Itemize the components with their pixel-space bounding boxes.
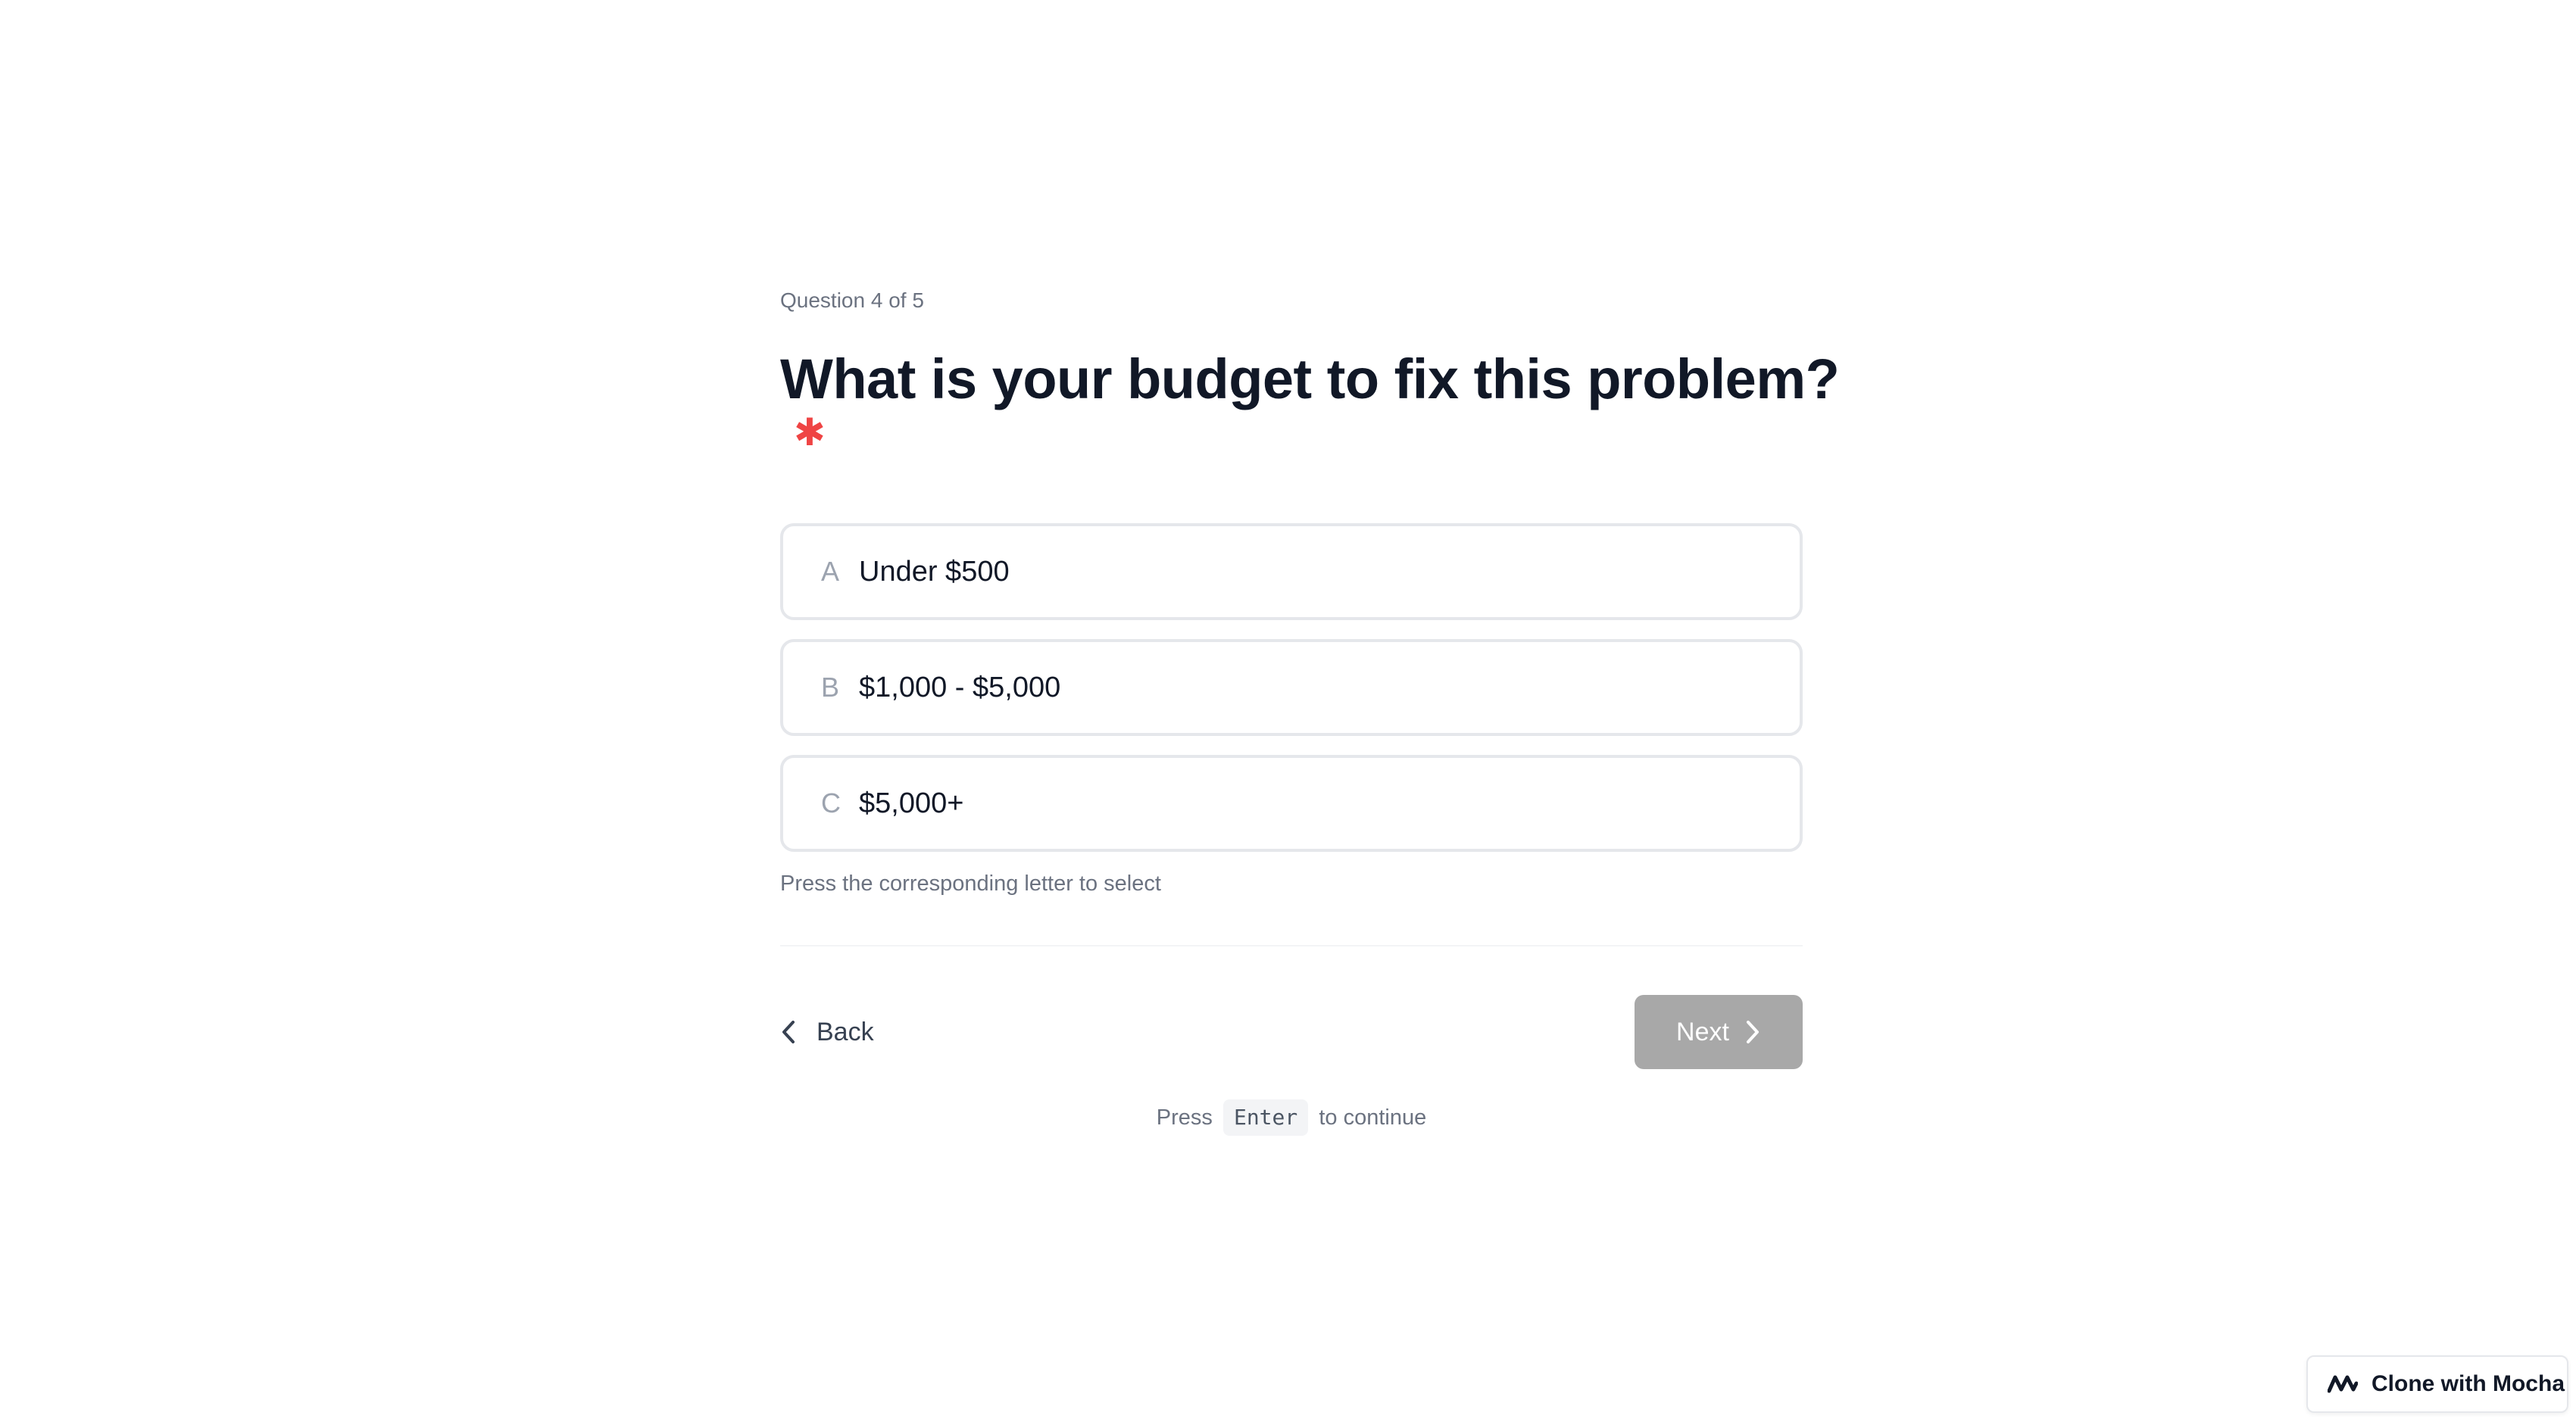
clone-with-mocha-label: Clone with Mocha <box>2371 1371 2565 1396</box>
chevron-left-icon <box>782 1021 795 1043</box>
option-key: A <box>821 556 840 587</box>
option-a[interactable]: A Under $500 <box>780 523 1803 620</box>
mocha-logo-icon <box>2328 1375 2358 1393</box>
required-asterisk-icon: ✱ <box>794 411 826 454</box>
clone-with-mocha-button[interactable]: Clone with Mocha <box>2306 1355 2568 1413</box>
option-label: Under $500 <box>859 555 1010 588</box>
next-button[interactable]: Next <box>1635 995 1803 1069</box>
option-key: C <box>821 787 841 819</box>
options-list: A Under $500 B $1,000 - $5,000 C $5,000+ <box>780 523 1803 852</box>
enter-key: Enter <box>1222 1099 1309 1136</box>
divider <box>780 945 1803 946</box>
question-text: What is your budget to fix this problem? <box>780 348 1840 410</box>
option-key: B <box>821 672 840 703</box>
back-button[interactable]: Back <box>780 1018 874 1047</box>
question-title: What is your budget to fix this problem? <box>780 345 1840 413</box>
question-progress: Question 4 of 5 <box>780 288 924 312</box>
enter-hint-suffix: to continue <box>1319 1105 1427 1130</box>
next-label: Next <box>1676 1017 1729 1046</box>
option-label: $5,000+ <box>859 787 964 819</box>
back-label: Back <box>817 1017 874 1046</box>
enter-hint-prefix: Press <box>1156 1105 1213 1130</box>
form-navigation: Back Next <box>780 995 1803 1069</box>
option-b[interactable]: B $1,000 - $5,000 <box>780 639 1803 736</box>
question-form: Question 4 of 5 What is your budget to f… <box>780 288 1840 1136</box>
option-label: $1,000 - $5,000 <box>859 671 1061 703</box>
selection-hint: Press the corresponding letter to select <box>780 872 1161 896</box>
chevron-right-icon <box>1746 1021 1759 1043</box>
option-c[interactable]: C $5,000+ <box>780 755 1803 852</box>
page: Question 4 of 5 What is your budget to f… <box>0 0 2576 1425</box>
enter-hint: Press Enter to continue <box>780 1099 1803 1136</box>
